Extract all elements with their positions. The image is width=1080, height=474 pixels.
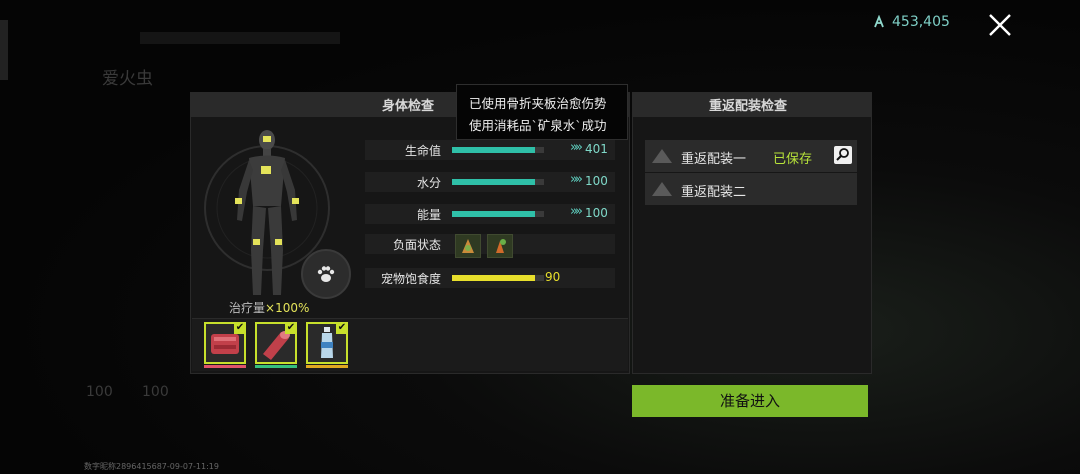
coin-icon: [872, 14, 886, 29]
ready-to-enter-button[interactable]: 准备进入: [632, 385, 868, 417]
stat-energy-value: 100: [585, 206, 608, 220]
loadout-item-1[interactable]: 重返配装一 已保存: [645, 140, 857, 172]
heal-amount: 治疗量×100%: [229, 299, 309, 316]
chevron-icon: »»: [570, 140, 583, 155]
stat-pet-hunger-track: [452, 275, 544, 281]
stat-debuffs-label: 负面状态: [392, 238, 441, 252]
loadout-item-2[interactable]: 重返配装二: [645, 173, 857, 205]
debuff-status-icon[interactable]: [487, 234, 513, 258]
loadout-icon: [652, 149, 672, 163]
stat-pet-hunger-label: 宠物饱食度: [380, 272, 441, 286]
stat-energy: 能量 »» 100: [365, 204, 615, 224]
search-icon: [836, 148, 849, 161]
stat-health-value: 401: [585, 142, 608, 156]
stat-hydration-value: 100: [585, 174, 608, 188]
stat-health-fill: [452, 147, 535, 153]
status-tooltip: 已使用骨折夹板治愈伤势 使用消耗品`矿泉水`成功: [456, 84, 628, 140]
loadout-check-title: 重返配装检查: [709, 99, 788, 114]
close-button[interactable]: [984, 9, 1016, 41]
background-stat-b: 100: [142, 384, 169, 400]
background-title: 爱火虫: [102, 69, 153, 89]
stat-hydration-fill: [452, 179, 535, 185]
background-bar: [140, 32, 340, 44]
heal-label: 治疗量: [229, 301, 266, 315]
check-icon: ✔: [285, 322, 297, 334]
body-check-title: 身体检查: [382, 99, 435, 114]
pet-button[interactable]: [301, 249, 351, 299]
stat-health: 生命值 »» 401: [365, 140, 615, 160]
stat-hydration: 水分 »» 100: [365, 172, 615, 192]
search-button[interactable]: [834, 146, 852, 164]
heal-value: ×100%: [265, 301, 310, 315]
loadout-icon: [652, 182, 672, 196]
loadout-check-panel: [632, 92, 872, 374]
check-icon: ✔: [234, 322, 246, 334]
chevron-icon: »»: [570, 204, 583, 219]
chevron-icon: »»: [570, 172, 583, 187]
background-stat-a: 100: [86, 384, 113, 400]
item-slot-bone-splint[interactable]: ✔: [204, 322, 246, 364]
tooltip-line-2: 使用消耗品`矿泉水`成功: [469, 118, 607, 133]
stat-health-track: [452, 147, 544, 153]
item-underline: [255, 365, 297, 368]
item-slot-bandage[interactable]: ✔: [255, 322, 297, 364]
loadout-label: 重返配装二: [681, 185, 747, 200]
check-icon: ✔: [336, 322, 348, 334]
stat-energy-track: [452, 211, 544, 217]
stat-pet-hunger: 宠物饱食度 90: [365, 268, 615, 288]
stat-pet-hunger-value: 90: [545, 270, 561, 284]
loadout-label: 重返配装一: [681, 152, 747, 167]
item-underline: [306, 365, 348, 368]
paw-icon: [317, 266, 335, 282]
item-slot-water[interactable]: ✔: [306, 322, 348, 364]
currency-display: 453,405: [872, 12, 950, 32]
stat-energy-label: 能量: [416, 208, 441, 222]
stat-hydration-label: 水分: [416, 176, 441, 190]
tooltip-line-1: 已使用骨折夹板治愈伤势: [469, 96, 607, 111]
background-edge: [0, 20, 8, 80]
stat-health-label: 生命值: [404, 144, 441, 158]
stat-pet-hunger-fill: [452, 275, 535, 281]
player-id-footer: 数字昵称2896415687-09-07-11:19: [84, 462, 219, 471]
debuff-status-icon[interactable]: [455, 234, 481, 258]
loadout-status: 已保存: [773, 152, 813, 167]
close-icon: [989, 14, 1011, 36]
currency-value: 453,405: [892, 14, 950, 30]
stat-hydration-track: [452, 179, 544, 185]
stat-energy-fill: [452, 211, 535, 217]
item-underline: [204, 365, 246, 368]
